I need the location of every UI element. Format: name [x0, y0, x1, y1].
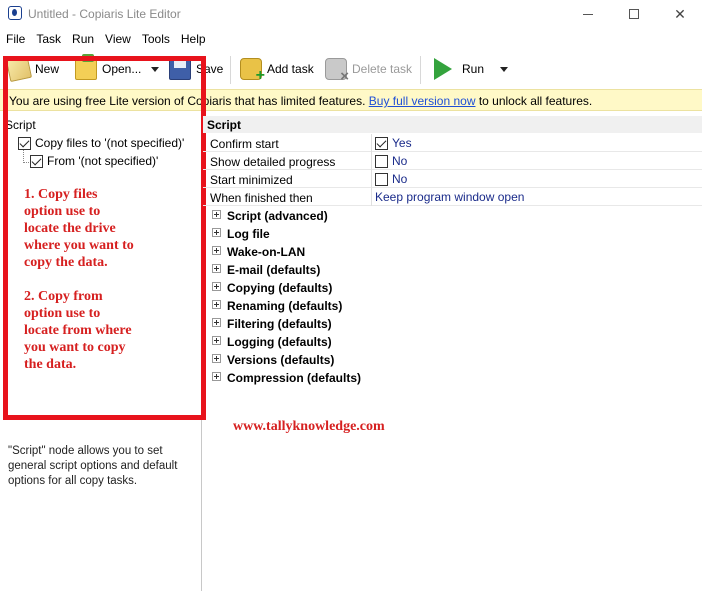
delete-task-icon [325, 58, 349, 85]
prop-row-show-progress[interactable]: Show detailed progress No [203, 152, 702, 170]
section-compression[interactable]: Compression (defaults) [203, 368, 702, 386]
section-email[interactable]: E-mail (defaults) [203, 260, 702, 278]
prop-value-text: Yes [392, 136, 412, 150]
banner-text-end: to unlock all features. [478, 94, 593, 108]
section-log-file[interactable]: Log file [203, 224, 702, 242]
section-logging[interactable]: Logging (defaults) [203, 332, 702, 350]
section-label: Copying (defaults) [227, 281, 333, 295]
section-versions[interactable]: Versions (defaults) [203, 350, 702, 368]
run-button[interactable]: Run [434, 54, 509, 84]
section-label: Filtering (defaults) [227, 317, 332, 331]
run-label: Run [462, 62, 485, 76]
close-icon: ✕ [674, 5, 686, 22]
add-task-icon [240, 58, 265, 85]
menu-help[interactable]: Help [181, 30, 206, 48]
prop-divider [371, 188, 372, 206]
prop-value-text: No [392, 172, 408, 186]
close-button[interactable]: ✕ [657, 0, 702, 28]
prop-name: Start minimized [210, 173, 293, 187]
section-label: Logging (defaults) [227, 335, 332, 349]
prop-row-confirm-start[interactable]: Confirm start Yes [203, 134, 702, 152]
expand-icon[interactable] [212, 354, 221, 363]
delete-task-label: Delete task [352, 62, 413, 76]
prop-row-start-minimized[interactable]: Start minimized No [203, 170, 702, 188]
menu-task[interactable]: Task [36, 30, 61, 48]
section-label: Renaming (defaults) [227, 299, 343, 313]
maximize-icon [629, 9, 639, 19]
expand-icon[interactable] [212, 336, 221, 345]
section-filtering[interactable]: Filtering (defaults) [203, 314, 702, 332]
prop-value-text: No [392, 154, 408, 168]
node-help-text: "Script" node allows you to set general … [8, 445, 178, 487]
prop-value[interactable]: No [375, 172, 407, 186]
expand-icon[interactable] [212, 300, 221, 309]
expand-icon[interactable] [212, 318, 221, 327]
maximize-button[interactable] [611, 0, 657, 28]
delete-task-button[interactable]: Delete task [325, 54, 413, 85]
menu-file[interactable]: File [6, 30, 25, 48]
prop-name: When finished then [210, 191, 313, 205]
toolbar-divider [230, 56, 231, 84]
annotation-highlight-box [3, 56, 206, 420]
section-label: Compression (defaults) [227, 371, 362, 385]
expand-icon[interactable] [212, 264, 221, 273]
menu-bar: File Task Run View Tools Help [0, 30, 702, 48]
section-label: Log file [227, 227, 270, 241]
menu-run[interactable]: Run [72, 30, 94, 48]
section-label: E-mail (defaults) [227, 263, 321, 277]
section-label: Script (advanced) [227, 209, 328, 223]
prop-divider [371, 152, 372, 170]
properties-header: Script [203, 116, 702, 133]
prop-value[interactable]: Yes [375, 136, 412, 150]
app-icon [8, 6, 22, 20]
prop-name: Confirm start [210, 137, 279, 151]
start-minimized-checkbox[interactable] [375, 172, 388, 186]
menu-view[interactable]: View [105, 30, 131, 48]
minimize-icon [583, 13, 593, 15]
expand-icon[interactable] [212, 246, 221, 255]
window-title: Untitled - Copiaris Lite Editor [28, 7, 181, 21]
section-renaming[interactable]: Renaming (defaults) [203, 296, 702, 314]
show-progress-checkbox[interactable] [375, 154, 388, 168]
expand-icon[interactable] [212, 228, 221, 237]
prop-name: Show detailed progress [210, 155, 336, 169]
minimize-button[interactable] [565, 0, 611, 28]
expand-icon[interactable] [212, 372, 221, 381]
title-bar: Untitled - Copiaris Lite Editor ✕ [0, 0, 702, 28]
prop-value[interactable]: No [375, 154, 407, 168]
buy-full-version-link[interactable]: Buy full version now [369, 94, 476, 108]
add-task-button[interactable]: Add task [240, 54, 314, 85]
section-wake-on-lan[interactable]: Wake-on-LAN [203, 242, 702, 260]
prop-divider [371, 134, 372, 152]
prop-divider [371, 170, 372, 188]
expand-icon[interactable] [212, 282, 221, 291]
expand-icon[interactable] [212, 210, 221, 219]
section-copying[interactable]: Copying (defaults) [203, 278, 702, 296]
section-label: Versions (defaults) [227, 353, 335, 367]
toolbar-divider [420, 56, 421, 84]
section-script-advanced[interactable]: Script (advanced) [203, 206, 702, 224]
properties-pane: Script Confirm start Yes Show detailed p… [203, 112, 702, 591]
add-task-label: Add task [267, 62, 314, 76]
menu-tools[interactable]: Tools [142, 30, 170, 48]
chevron-down-icon[interactable] [500, 66, 509, 72]
section-label: Wake-on-LAN [227, 245, 306, 259]
prop-row-when-finished[interactable]: When finished then Keep program window o… [203, 188, 702, 206]
prop-value[interactable]: Keep program window open [375, 190, 524, 204]
run-play-icon [434, 58, 452, 80]
confirm-start-checkbox[interactable] [375, 136, 388, 150]
watermark-text: www.tallyknowledge.com [233, 419, 385, 434]
